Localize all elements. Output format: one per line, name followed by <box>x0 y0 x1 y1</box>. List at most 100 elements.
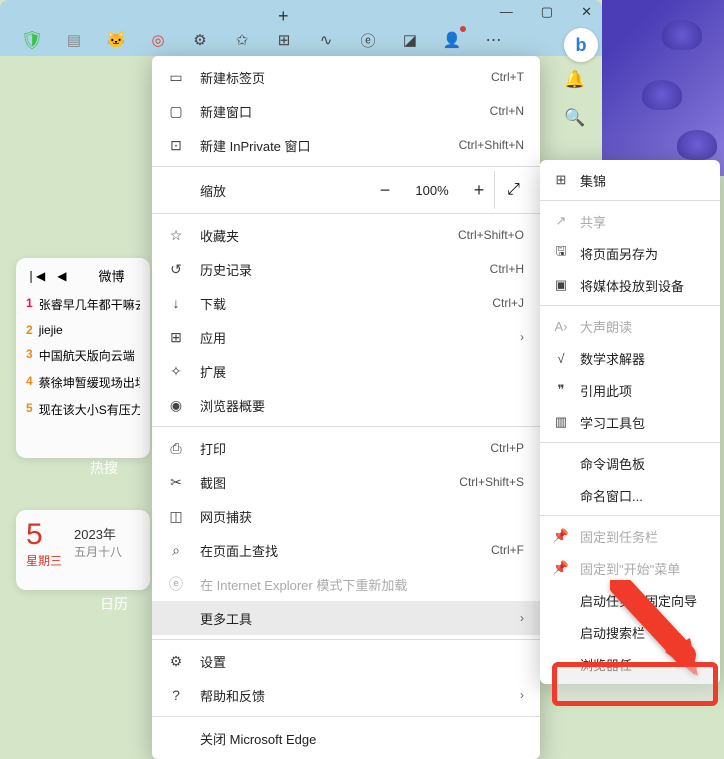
separator <box>540 442 720 443</box>
pin-icon: 📌 <box>552 528 570 544</box>
separator <box>540 305 720 306</box>
submenu-name-window[interactable]: 命名窗口... <box>540 479 720 511</box>
submenu-cast[interactable]: ▣将媒体投放到设备 <box>540 269 720 301</box>
performance-icon[interactable]: ∿ <box>316 30 336 50</box>
menu-extensions[interactable]: ✧扩展 <box>152 354 540 388</box>
submenu-command-palette[interactable]: 命令调色板 <box>540 447 720 479</box>
favorites-star-icon[interactable]: ✩ <box>232 30 252 50</box>
separator <box>540 200 720 201</box>
math-icon: √ <box>552 351 570 366</box>
speaker-icon: A› <box>552 319 570 334</box>
hot-search-label: 热搜 <box>90 458 118 478</box>
calendar-weekday: 星期三 <box>26 552 62 569</box>
clipboard-icon[interactable]: ▤ <box>64 30 84 50</box>
overview-icon: ◉ <box>166 397 186 414</box>
weibo-title: 微博 <box>99 266 125 285</box>
menu-new-inprivate[interactable]: ⊡新建 InPrivate 窗口Ctrl+Shift+N <box>152 128 540 162</box>
shield-icon[interactable]: 🛡 <box>22 30 42 50</box>
gear-icon: ⚙ <box>166 653 186 670</box>
calendar-day: 5 <box>26 518 62 552</box>
cast-icon: ▣ <box>552 277 570 293</box>
pin-icon: 📌 <box>552 560 570 576</box>
separator <box>152 639 540 640</box>
search-icon[interactable]: 🔍 <box>564 108 584 128</box>
submenu-math-solver[interactable]: √数学求解器 <box>540 342 720 374</box>
menu-browser-overview[interactable]: ◉浏览器概要 <box>152 388 540 422</box>
butterfly-wallpaper <box>602 0 724 176</box>
puzzle-icon: ✧ <box>166 363 186 380</box>
collections-icon: ⊞ <box>552 172 570 188</box>
zoom-out-button[interactable]: − <box>370 180 400 201</box>
separator <box>152 213 540 214</box>
menu-new-tab[interactable]: ▭新建标签页Ctrl+T <box>152 60 540 94</box>
window-maximize[interactable]: ▢ <box>541 4 553 20</box>
submenu-read-aloud: A›大声朗读 <box>540 310 720 342</box>
menu-new-window[interactable]: ▢新建窗口Ctrl+N <box>152 94 540 128</box>
zoom-value: 100% <box>412 183 452 198</box>
calendar-label: 日历 <box>100 594 128 614</box>
profile-avatar-icon[interactable]: 👤 <box>442 30 462 50</box>
star-icon: ☆ <box>166 227 186 244</box>
list-item[interactable]: 1张睿早几年都干嘛去 <box>26 291 140 318</box>
ie-mode-icon: ⓔ <box>166 574 186 594</box>
list-item[interactable]: 2jiejie <box>26 318 140 342</box>
menu-history[interactable]: ↺历史记录Ctrl+H <box>152 252 540 286</box>
menu-apps[interactable]: ⊞应用› <box>152 320 540 354</box>
menu-ie-mode: ⓔ在 Internet Explorer 模式下重新加载 <box>152 567 540 601</box>
list-item[interactable]: 3中国航天版向云端 <box>26 342 140 369</box>
bell-icon[interactable]: 🔔 <box>564 70 584 90</box>
chevron-right-icon: › <box>520 688 524 702</box>
submenu-citations[interactable]: ❞引用此项 <box>540 374 720 406</box>
menu-help[interactable]: ?帮助和反馈› <box>152 678 540 712</box>
separator <box>540 515 720 516</box>
calendar-lunar: 五月十八 <box>74 543 122 560</box>
window-close[interactable]: ✕ <box>581 4 592 20</box>
window-minimize[interactable]: — <box>500 4 513 20</box>
separator <box>152 426 540 427</box>
menu-find[interactable]: ⌕在页面上查找Ctrl+F <box>152 533 540 567</box>
annotation-highlight-box <box>552 662 718 706</box>
inprivate-icon: ⊡ <box>166 137 186 154</box>
window-icon: ▢ <box>166 103 186 120</box>
save-icon: 🖫 <box>552 242 570 264</box>
extension-icon[interactable]: ⚙ <box>190 30 210 50</box>
browser-chrome: + — ▢ ✕ 🛡 ▤ 🐱 ◎ ⚙ ✩ ⊞ ∿ ⓔ ◪ 👤 ⋯ <box>0 0 602 56</box>
submenu-learning-toolkit[interactable]: ▥学习工具包 <box>540 406 720 438</box>
menu-screenshot[interactable]: ✂截图Ctrl+Shift+S <box>152 465 540 499</box>
print-icon: ⎙ <box>166 440 186 457</box>
submenu-save-page[interactable]: 🖫将页面另存为 <box>540 237 720 269</box>
new-tab-plus[interactable]: + <box>278 6 289 27</box>
share-icon: ↗ <box>552 213 570 229</box>
next-icon[interactable]: ◀ <box>57 269 66 283</box>
weibo-card: ❘◀ ◀ 微博 1张睿早几年都干嘛去 2jiejie 3中国航天版向云端 4蔡徐坤暂… <box>16 258 150 458</box>
menu-web-capture[interactable]: ◫网页捕获 <box>152 499 540 533</box>
menu-favorites[interactable]: ☆收藏夹Ctrl+Shift+O <box>152 218 540 252</box>
collections-icon[interactable]: ⊞ <box>274 30 294 50</box>
zoom-in-button[interactable]: + <box>464 180 494 201</box>
menu-close-edge[interactable]: 关闭 Microsoft Edge <box>152 721 540 755</box>
right-sidebar: b 🔔 🔍 <box>602 0 724 176</box>
prev-icon[interactable]: ❘◀ <box>26 269 45 283</box>
screenshot-icon[interactable]: ◪ <box>400 30 420 50</box>
bing-button[interactable]: b <box>564 28 598 62</box>
find-icon: ⌕ <box>166 542 186 559</box>
target-icon[interactable]: ◎ <box>148 30 168 50</box>
menu-downloads[interactable]: ↓下载Ctrl+J <box>152 286 540 320</box>
list-item[interactable]: 5现在该大小S有压力 <box>26 396 140 423</box>
tab-icon: ▭ <box>166 69 186 86</box>
submenu-collections[interactable]: ⊞集锦 <box>540 164 720 196</box>
submenu-pin-taskbar: 📌固定到任务栏 <box>540 520 720 552</box>
separator <box>152 166 540 167</box>
cat-icon[interactable]: 🐱 <box>106 30 126 50</box>
separator <box>152 716 540 717</box>
list-item[interactable]: 4蔡徐坤暂缓现场出场 <box>26 369 140 396</box>
menu-more-tools[interactable]: 更多工具› <box>152 601 540 635</box>
capture-icon: ◫ <box>166 508 186 525</box>
fullscreen-button[interactable]: ⤢ <box>494 171 532 209</box>
main-context-menu: ▭新建标签页Ctrl+T ▢新建窗口Ctrl+N ⊡新建 InPrivate 窗… <box>152 56 540 759</box>
menu-settings[interactable]: ⚙设置 <box>152 644 540 678</box>
ie-icon[interactable]: ⓔ <box>358 30 378 50</box>
submenu-share: ↗共享 <box>540 205 720 237</box>
menu-print[interactable]: ⎙打印Ctrl+P <box>152 431 540 465</box>
more-menu-icon[interactable]: ⋯ <box>484 30 504 50</box>
